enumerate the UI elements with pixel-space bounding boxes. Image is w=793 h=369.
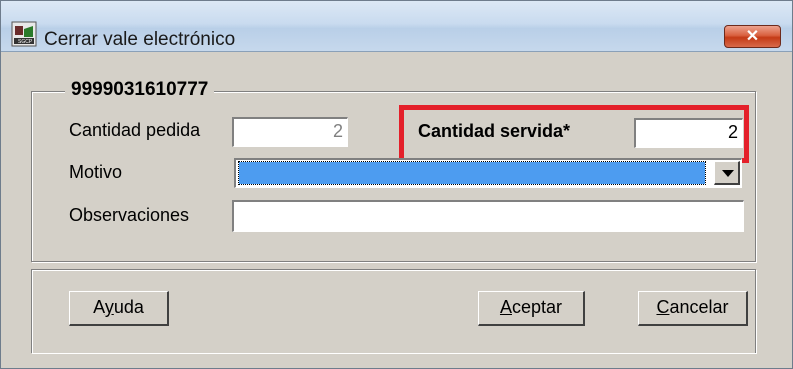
close-button[interactable]: ✕ bbox=[724, 25, 781, 48]
window-title: Cerrar vale electrónico bbox=[44, 29, 236, 50]
ayuda-button[interactable]: Ayuda bbox=[69, 291, 169, 326]
title-bar[interactable]: SGCP Cerrar vale electrónico ✕ bbox=[1, 1, 792, 52]
cantidad-pedida-label: Cantidad pedida bbox=[69, 120, 201, 140]
ayuda-label-a: A bbox=[93, 297, 105, 317]
ayuda-label-b: uda bbox=[113, 297, 144, 317]
cancelar-button[interactable]: Cancelar bbox=[638, 291, 748, 326]
observaciones-label: Observaciones bbox=[69, 205, 190, 225]
cancelar-accel: C bbox=[656, 297, 670, 317]
svg-text:SGCP: SGCP bbox=[18, 39, 33, 45]
ayuda-accel: y bbox=[104, 297, 114, 317]
aceptar-accel: A bbox=[499, 297, 512, 317]
motivo-combo[interactable] bbox=[234, 158, 742, 188]
aceptar-label-b: ceptar bbox=[511, 297, 563, 317]
cantidad-pedida-field: 2 bbox=[232, 117, 348, 147]
chevron-down-icon[interactable] bbox=[714, 161, 740, 185]
motivo-selected-value bbox=[238, 161, 706, 185]
cancelar-label-b: ancelar bbox=[669, 297, 729, 317]
app-icon: SGCP bbox=[11, 21, 37, 47]
motivo-label: Motivo bbox=[69, 162, 123, 182]
aceptar-button[interactable]: Aceptar bbox=[478, 291, 585, 326]
cantidad-servida-label: Cantidad servida* bbox=[418, 121, 571, 141]
cantidad-servida-field[interactable]: 2 bbox=[634, 118, 743, 148]
close-icon: ✕ bbox=[745, 28, 760, 45]
observaciones-field[interactable] bbox=[232, 200, 744, 232]
group-title: 9999031610777 bbox=[65, 79, 215, 101]
dialog-window: SGCP Cerrar vale electrónico ✕ 999903161… bbox=[0, 0, 793, 369]
